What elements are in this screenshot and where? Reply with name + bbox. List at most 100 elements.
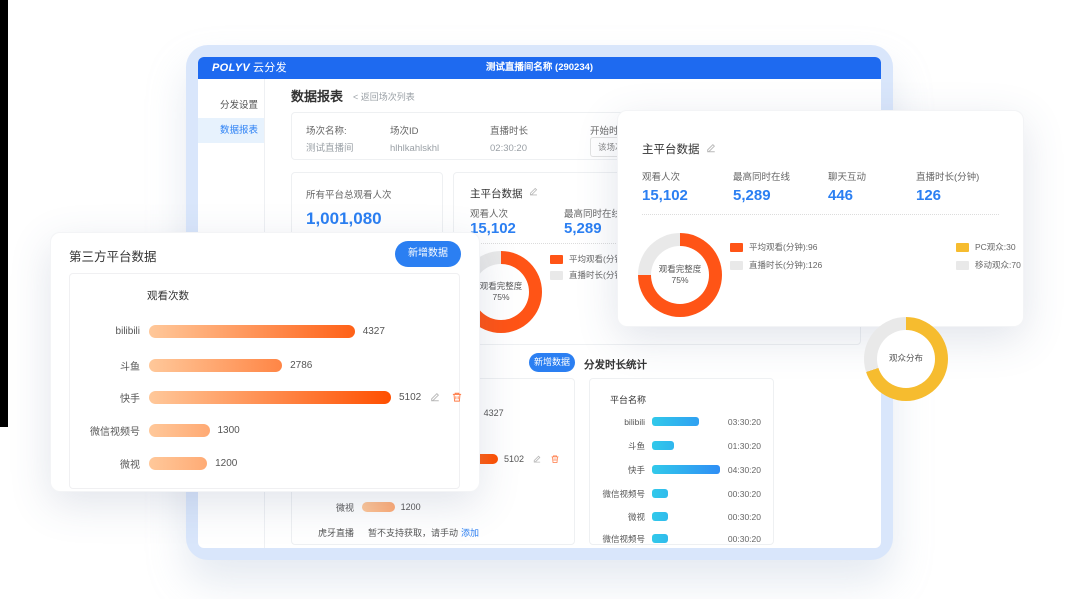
session-id-label: 场次ID <box>390 126 419 137</box>
platform-label: 微视 <box>590 511 645 523</box>
legend-label: PC观众:30 <box>975 241 1016 253</box>
platform-label: 斗鱼 <box>590 440 645 452</box>
session-id-value: hlhlkahlskhl <box>390 143 439 154</box>
completion-donut: 观看完整度75% <box>638 233 722 317</box>
session-name-label: 场次名称: <box>306 126 347 137</box>
stat-value: 15,102 <box>642 187 688 204</box>
letterbox-strip <box>0 0 8 427</box>
main-platform-data-card: 主平台数据 观看人次 15,102 最高同时在线 5,289 聊天互动 446 … <box>617 110 1024 327</box>
peak-online-label: 最高同时在线 <box>564 206 621 220</box>
stat-label: 最高同时在线 <box>733 169 790 183</box>
legend-swatch <box>550 255 563 264</box>
edit-icon[interactable] <box>528 184 539 202</box>
views-bar <box>149 391 391 404</box>
duration-row: 微信视频号 00:30:20 <box>590 487 761 500</box>
duration-value: 04:30:20 <box>728 465 761 475</box>
bar-row: 斗鱼 2786 <box>70 354 453 376</box>
bar-value: 4327 <box>363 326 385 337</box>
total-views-value: 1,001,080 <box>306 209 382 229</box>
legend-swatch <box>550 271 563 280</box>
duration-bar <box>652 512 668 521</box>
bar-value: 1200 <box>401 502 421 512</box>
legend-label: 平均观看(分钟):96 <box>749 241 817 253</box>
duration-row: 斗鱼 01:30:20 <box>590 439 761 452</box>
views-chart-box: 观看次数 bilibili 4327 斗鱼 2786 快手 5102 微信视频号… <box>69 273 460 489</box>
duration-value: 00:30:20 <box>728 534 761 544</box>
session-name-value: 测试直播间 <box>306 143 354 154</box>
edit-icon[interactable] <box>532 454 542 464</box>
platform-label: 微信视频号 <box>70 423 140 438</box>
stat-label: 直播时长(分钟) <box>916 169 979 183</box>
duration-value: 01:30:20 <box>728 441 761 451</box>
main-platform-card-title: 主平台数据 <box>642 141 717 157</box>
stat-peak-online: 最高同时在线 5,289 <box>733 169 790 204</box>
live-duration-label: 直播时长 <box>490 126 528 137</box>
bar-row: 微视 1200 <box>70 452 453 474</box>
back-to-session-list-link[interactable]: < 返回场次列表 <box>353 90 415 103</box>
window-header: POLYV云分发 测试直播间名称 (290234) <box>198 57 881 79</box>
legend-item: 移动观众:70 <box>956 259 1021 271</box>
sidebar-item-distribution-settings[interactable]: 分发设置 <box>198 93 264 118</box>
platform-label: bilibili <box>70 326 140 337</box>
views-bar <box>362 502 395 512</box>
stat-value: 5,289 <box>733 187 790 204</box>
legend-swatch <box>730 261 743 270</box>
card-title-text: 主平台数据 <box>642 141 700 157</box>
duration-bar <box>652 417 699 426</box>
duration-value: 03:30:20 <box>728 417 761 427</box>
legend-swatch <box>956 261 969 270</box>
views-bar <box>149 359 282 372</box>
delete-icon[interactable] <box>550 454 560 464</box>
views-header: 观看次数 <box>147 288 189 303</box>
add-manually-link[interactable]: 添加 <box>461 526 479 539</box>
duration-bar <box>652 534 668 543</box>
sidebar-item-data-report[interactable]: 数据报表 <box>198 118 264 143</box>
stat-value: 446 <box>828 187 866 204</box>
peak-online-value: 5,289 <box>564 220 602 237</box>
bar-value: 1200 <box>215 458 237 469</box>
duration-row: 快手 04:30:20 <box>590 463 761 476</box>
distribution-duration-title: 分发时长统计 <box>584 357 647 372</box>
divider <box>642 214 999 215</box>
bar-row: 微视 1200 <box>292 499 570 515</box>
views-bar <box>149 457 207 470</box>
legend-swatch <box>956 243 969 252</box>
legend-swatch <box>730 243 743 252</box>
legend-item: 平均观看(分钟):96 <box>730 241 817 253</box>
bar-value: 4327 <box>484 408 504 418</box>
stat-value: 126 <box>916 187 979 204</box>
donut-center-percent: 75% <box>671 275 688 286</box>
duration-chart-panel: 平台名称 bilibili 03:30:20 斗鱼 01:30:20 快手 <box>589 378 774 545</box>
views-bar <box>149 325 355 338</box>
duration-row: bilibili 03:30:20 <box>590 415 761 428</box>
total-views-label: 所有平台总观看人次 <box>306 187 392 201</box>
unsupported-message: 暂不支持获取，请手动 <box>368 526 458 539</box>
live-duration-value: 02:30:20 <box>490 143 527 154</box>
edit-icon[interactable] <box>705 142 717 157</box>
donut-center-label: 观看完整度 <box>659 264 702 275</box>
add-data-button[interactable]: 新增数据 <box>395 241 461 267</box>
stat-views: 观看人次 15,102 <box>642 169 688 204</box>
edit-icon[interactable] <box>429 391 441 403</box>
platform-label: 快手 <box>590 464 645 476</box>
stat-chat: 聊天互动 446 <box>828 169 866 204</box>
platform-label: 微信视频号 <box>590 533 645 545</box>
duration-bar <box>652 441 674 450</box>
bar-value: 1300 <box>218 425 240 436</box>
audience-donut: 观众分布 <box>864 317 948 401</box>
legend-label: 移动观众:70 <box>975 259 1021 271</box>
bar-value: 2786 <box>290 360 312 371</box>
duration-value: 00:30:20 <box>728 489 761 499</box>
delete-icon[interactable] <box>451 391 463 403</box>
platform-label: 斗鱼 <box>70 358 140 373</box>
bar-row: bilibili 4327 <box>70 320 453 342</box>
bar-row: 微信视频号 1300 <box>70 419 453 441</box>
duration-bar <box>652 465 720 474</box>
platform-label: 微视 <box>292 501 354 514</box>
stat-duration: 直播时长(分钟) 126 <box>916 169 979 204</box>
donut-center-label: 观众分布 <box>889 353 923 364</box>
bar-row: 快手 5102 <box>70 386 453 408</box>
donut-center-percent: 75% <box>492 292 509 303</box>
bar-value: 5102 <box>504 454 524 464</box>
add-data-button[interactable]: 新增数据 <box>529 353 575 372</box>
